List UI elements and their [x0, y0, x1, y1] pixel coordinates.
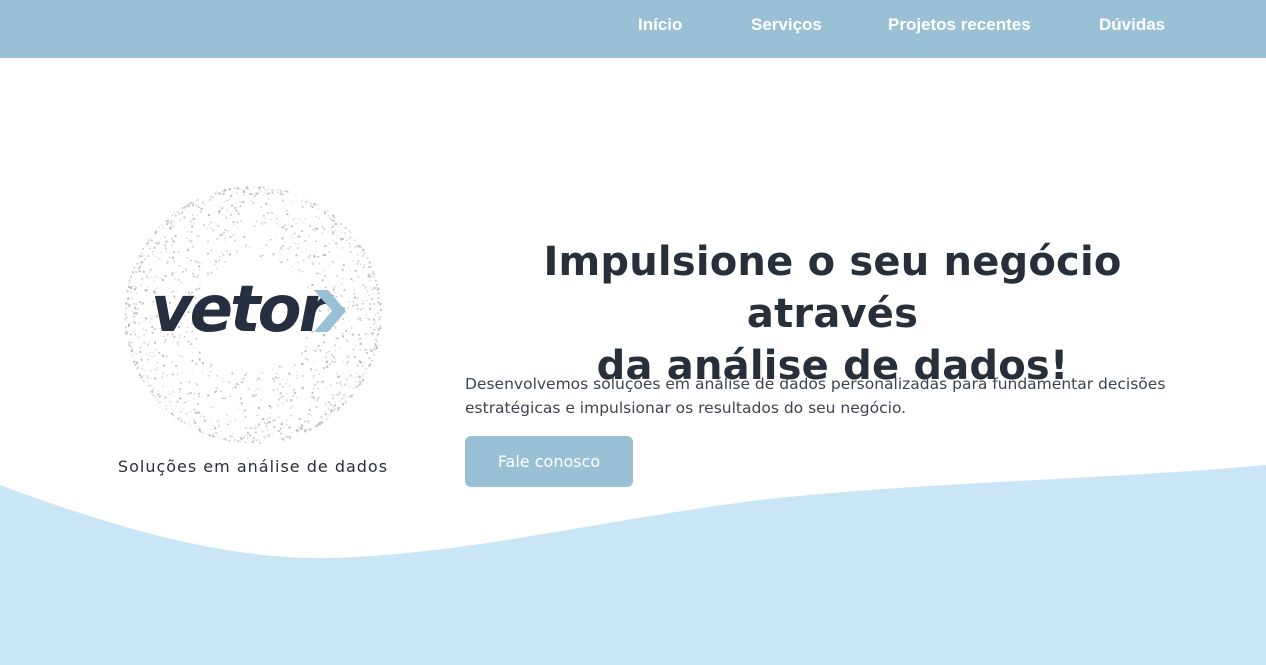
nav-link-inicio[interactable]: Início: [638, 15, 682, 35]
hero-description: Desenvolvemos soluções em análise de dad…: [465, 375, 1166, 417]
nav-link-duvidas[interactable]: Dúvidas: [1099, 15, 1165, 35]
contact-button[interactable]: Fale conosco: [465, 436, 633, 487]
logo-tagline: Soluções em análise de dados: [117, 457, 389, 476]
background-wave: [0, 465, 1266, 665]
hero-title: Impulsione o seu negócio através da anál…: [455, 236, 1210, 392]
nav-link-projetos-recentes[interactable]: Projetos recentes: [888, 15, 1031, 35]
brand-logo: vetor Soluções em análise de dados: [112, 182, 394, 482]
nav-link-servicos[interactable]: Serviços: [751, 15, 822, 35]
landing-page: Início Serviços Projetos recentes Dúvida…: [0, 0, 1266, 665]
top-navbar: Início Serviços Projetos recentes Dúvida…: [0, 0, 1266, 58]
logo-wordmark: vetor: [150, 273, 330, 347]
hero-title-line-1: Impulsione o seu negócio através: [543, 239, 1122, 337]
chevron-right-icon: [314, 290, 346, 332]
